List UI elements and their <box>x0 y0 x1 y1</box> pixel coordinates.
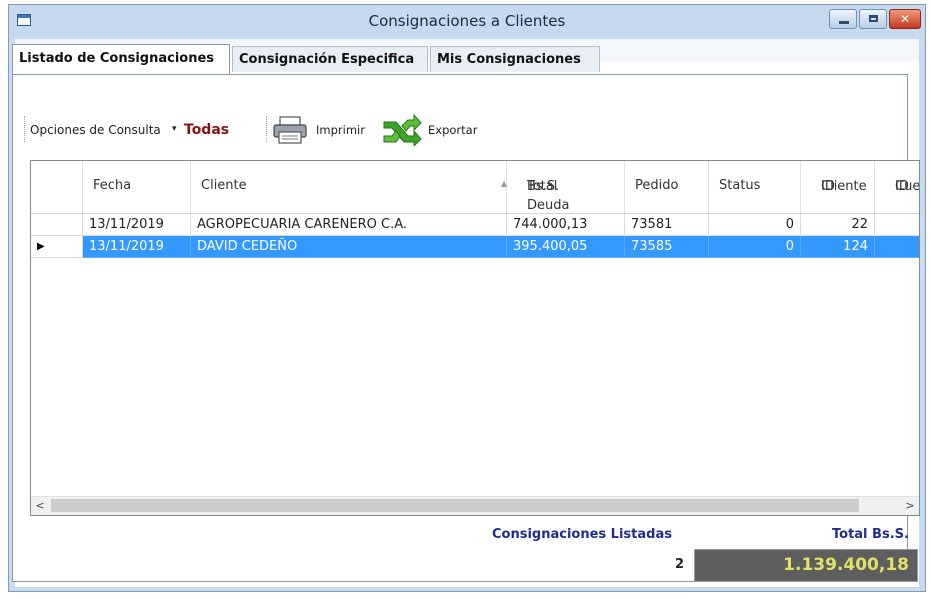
header-status-label: Status <box>719 178 761 193</box>
cell-total: 744.000,13 <box>507 214 625 236</box>
title-bar[interactable]: Consignaciones a Clientes ✕ <box>9 5 925 39</box>
cell-id-cuenta <box>875 214 919 236</box>
table-row[interactable]: 13/11/2019 AGROPECUARIA CARENERO C.A. 74… <box>31 214 919 236</box>
header-total-line2: Bs.S. <box>527 179 560 194</box>
toolbar-separator <box>266 116 269 142</box>
cell-id-cuenta <box>875 236 919 258</box>
cell-pedido: 73585 <box>625 236 709 258</box>
cell-fecha: 13/11/2019 <box>83 214 191 236</box>
cell-total: 395.400,05 <box>507 236 625 258</box>
export-button[interactable]: Exportar <box>428 123 477 137</box>
header-total-deuda[interactable]: Total Deuda Bs.S. <box>507 161 625 213</box>
tab-listado-consignaciones[interactable]: Listado de Consignaciones <box>12 44 230 74</box>
header-status[interactable]: Status <box>709 161 801 213</box>
header-fecha[interactable]: Fecha <box>83 161 191 213</box>
horizontal-scrollbar[interactable]: < > <box>31 496 919 515</box>
header-id-cuenta[interactable]: ID Cue <box>875 161 920 213</box>
cell-id-cliente: 22 <box>801 214 875 236</box>
scroll-left-arrow[interactable]: < <box>31 497 49 515</box>
total-label: Total Bs.S. <box>832 527 909 542</box>
cell-status: 0 <box>709 236 801 258</box>
opciones-consulta-dropdown[interactable]: Opciones de Consulta <box>30 123 161 137</box>
minimize-button[interactable] <box>829 9 857 29</box>
consignaciones-grid[interactable]: Fecha Cliente ▲ Total Deuda Bs.S. Pedido … <box>30 160 920 516</box>
row-pointer-icon: ▶ <box>31 236 83 258</box>
cell-cliente: AGROPECUARIA CARENERO C.A. <box>191 214 507 236</box>
header-fecha-label: Fecha <box>93 178 132 193</box>
header-indicator <box>31 161 83 213</box>
filter-value: Todas <box>184 122 230 138</box>
total-value: 1.139.400,18 <box>694 549 918 582</box>
export-icon[interactable] <box>382 114 422 146</box>
header-idcliente-line2: Cliente <box>821 179 867 194</box>
scrollbar-thumb[interactable] <box>51 499 859 512</box>
print-button[interactable]: Imprimir <box>316 123 365 137</box>
close-button[interactable]: ✕ <box>889 9 921 29</box>
tab-mis-consignaciones[interactable]: Mis Consignaciones <box>430 46 600 72</box>
header-cliente[interactable]: Cliente <box>191 161 507 213</box>
cell-pedido: 73581 <box>625 214 709 236</box>
cell-id-cliente: 124 <box>801 236 875 258</box>
cell-fecha: 13/11/2019 <box>83 236 191 258</box>
window-title: Consignaciones a Clientes <box>368 12 566 30</box>
header-idcuenta-line2: Cue <box>895 179 920 194</box>
tab-consignacion-especifica[interactable]: Consignación Especifica <box>232 46 428 72</box>
cell-status: 0 <box>709 214 801 236</box>
listadas-count: 2 <box>674 557 684 572</box>
header-id-cliente[interactable]: ID Cliente <box>801 161 875 213</box>
cell-cliente: DAVID CEDEÑO <box>191 236 507 258</box>
listadas-label: Consignaciones Listadas <box>492 527 672 542</box>
toolbar-grip <box>24 116 27 142</box>
scroll-right-arrow[interactable]: > <box>901 497 919 515</box>
header-cliente-label: Cliente <box>201 178 247 193</box>
row-indicator-cell <box>31 214 83 236</box>
maximize-button[interactable] <box>859 9 887 29</box>
header-pedido-label: Pedido <box>635 178 679 193</box>
printer-icon[interactable] <box>272 116 308 144</box>
table-row-selected[interactable]: ▶ 13/11/2019 DAVID CEDEÑO 395.400,05 735… <box>31 236 919 258</box>
header-pedido[interactable]: Pedido <box>625 161 709 213</box>
chevron-down-icon[interactable]: ▾ <box>172 124 177 134</box>
